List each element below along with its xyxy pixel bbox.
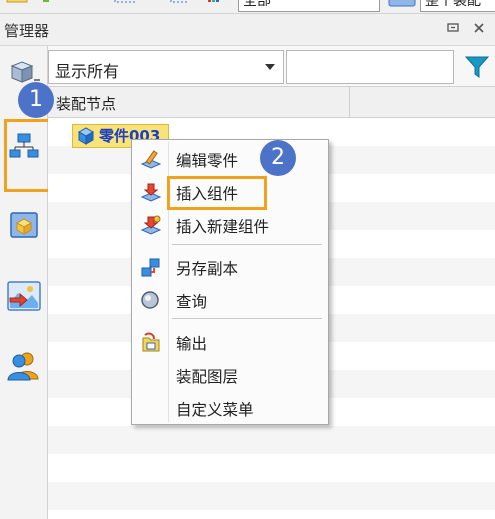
menu-item-label: 另存副本 bbox=[176, 260, 239, 278]
save-copy-icon bbox=[140, 257, 162, 279]
column-divider[interactable] bbox=[349, 87, 350, 119]
menu-item-label: 输出 bbox=[176, 335, 208, 353]
menu-item-label: 编辑零件 bbox=[176, 152, 239, 170]
menu-item-custom-menu[interactable]: 自定义菜单 bbox=[134, 393, 326, 423]
insert-new-component-icon bbox=[140, 215, 162, 237]
menu-item-save-copy[interactable]: 另存副本 bbox=[134, 252, 326, 282]
chevron-down-icon[interactable] bbox=[265, 64, 275, 70]
user-tab-icon[interactable] bbox=[4, 346, 44, 386]
tree-row bbox=[48, 426, 495, 454]
edit-part-icon bbox=[140, 149, 162, 171]
menu-item-label: 插入新建组件 bbox=[176, 218, 270, 236]
tree-row bbox=[48, 454, 495, 482]
menu-separator bbox=[172, 244, 322, 245]
menu-item-insert-new-component[interactable]: 插入新建组件 bbox=[134, 210, 326, 240]
panel-title: 管理器 bbox=[4, 22, 50, 40]
menu-item-assembly-layers[interactable]: 装配图层 bbox=[134, 360, 326, 390]
menu-item-label: 自定义菜单 bbox=[176, 401, 254, 419]
manager-title-bar: 管理器 bbox=[0, 14, 495, 46]
assembly-toolbar-icon[interactable] bbox=[388, 0, 418, 8]
toolbar-icon-d[interactable] bbox=[168, 0, 190, 8]
menu-item-label: 装配图层 bbox=[176, 368, 239, 386]
query-icon bbox=[140, 290, 162, 312]
toolbar-icon-c[interactable] bbox=[112, 0, 138, 8]
part-tab-icon[interactable] bbox=[4, 204, 44, 244]
toolbar-icon-b[interactable] bbox=[40, 0, 54, 8]
filter-row: 显示所有 bbox=[48, 50, 495, 84]
tree-row bbox=[48, 482, 495, 510]
manager-panel-screen: 全部 整个装配 管理器 显示所有 装配节点 零件003 编辑零件 插入组件 插入… bbox=[0, 0, 495, 519]
toolbar-icon-a[interactable] bbox=[4, 0, 30, 8]
top-toolbar: 全部 整个装配 bbox=[0, 0, 495, 14]
menu-item-label: 查询 bbox=[176, 293, 208, 311]
tree-header: 装配节点 bbox=[48, 86, 495, 119]
close-icon[interactable] bbox=[470, 20, 488, 40]
toolbar-icon-e[interactable] bbox=[206, 0, 222, 8]
insert-component-icon bbox=[140, 182, 162, 204]
step-badge-1: 1 bbox=[18, 82, 54, 118]
display-filter-combo[interactable]: 显示所有 bbox=[48, 50, 284, 84]
insert-component-highlight bbox=[167, 176, 267, 210]
assembly-scope-combo[interactable]: 整个装配 bbox=[420, 0, 495, 12]
search-input[interactable] bbox=[286, 50, 454, 84]
part-node-icon bbox=[76, 126, 96, 152]
menu-item-edit-part[interactable]: 编辑零件 bbox=[134, 144, 326, 174]
pin-icon[interactable] bbox=[444, 20, 462, 40]
menu-item-export[interactable]: 输出 bbox=[134, 327, 326, 357]
menu-item-query[interactable]: 查询 bbox=[134, 285, 326, 315]
assembly-node-column-header[interactable]: 装配节点 bbox=[56, 93, 116, 114]
export-icon bbox=[140, 332, 162, 354]
filter-scope-combo[interactable]: 全部 bbox=[238, 0, 380, 12]
display-filter-value: 显示所有 bbox=[55, 62, 120, 81]
view-tab-icon[interactable] bbox=[4, 276, 44, 316]
menu-separator bbox=[172, 318, 322, 319]
step-badge-2: 2 bbox=[260, 140, 296, 176]
funnel-icon[interactable] bbox=[458, 50, 495, 84]
